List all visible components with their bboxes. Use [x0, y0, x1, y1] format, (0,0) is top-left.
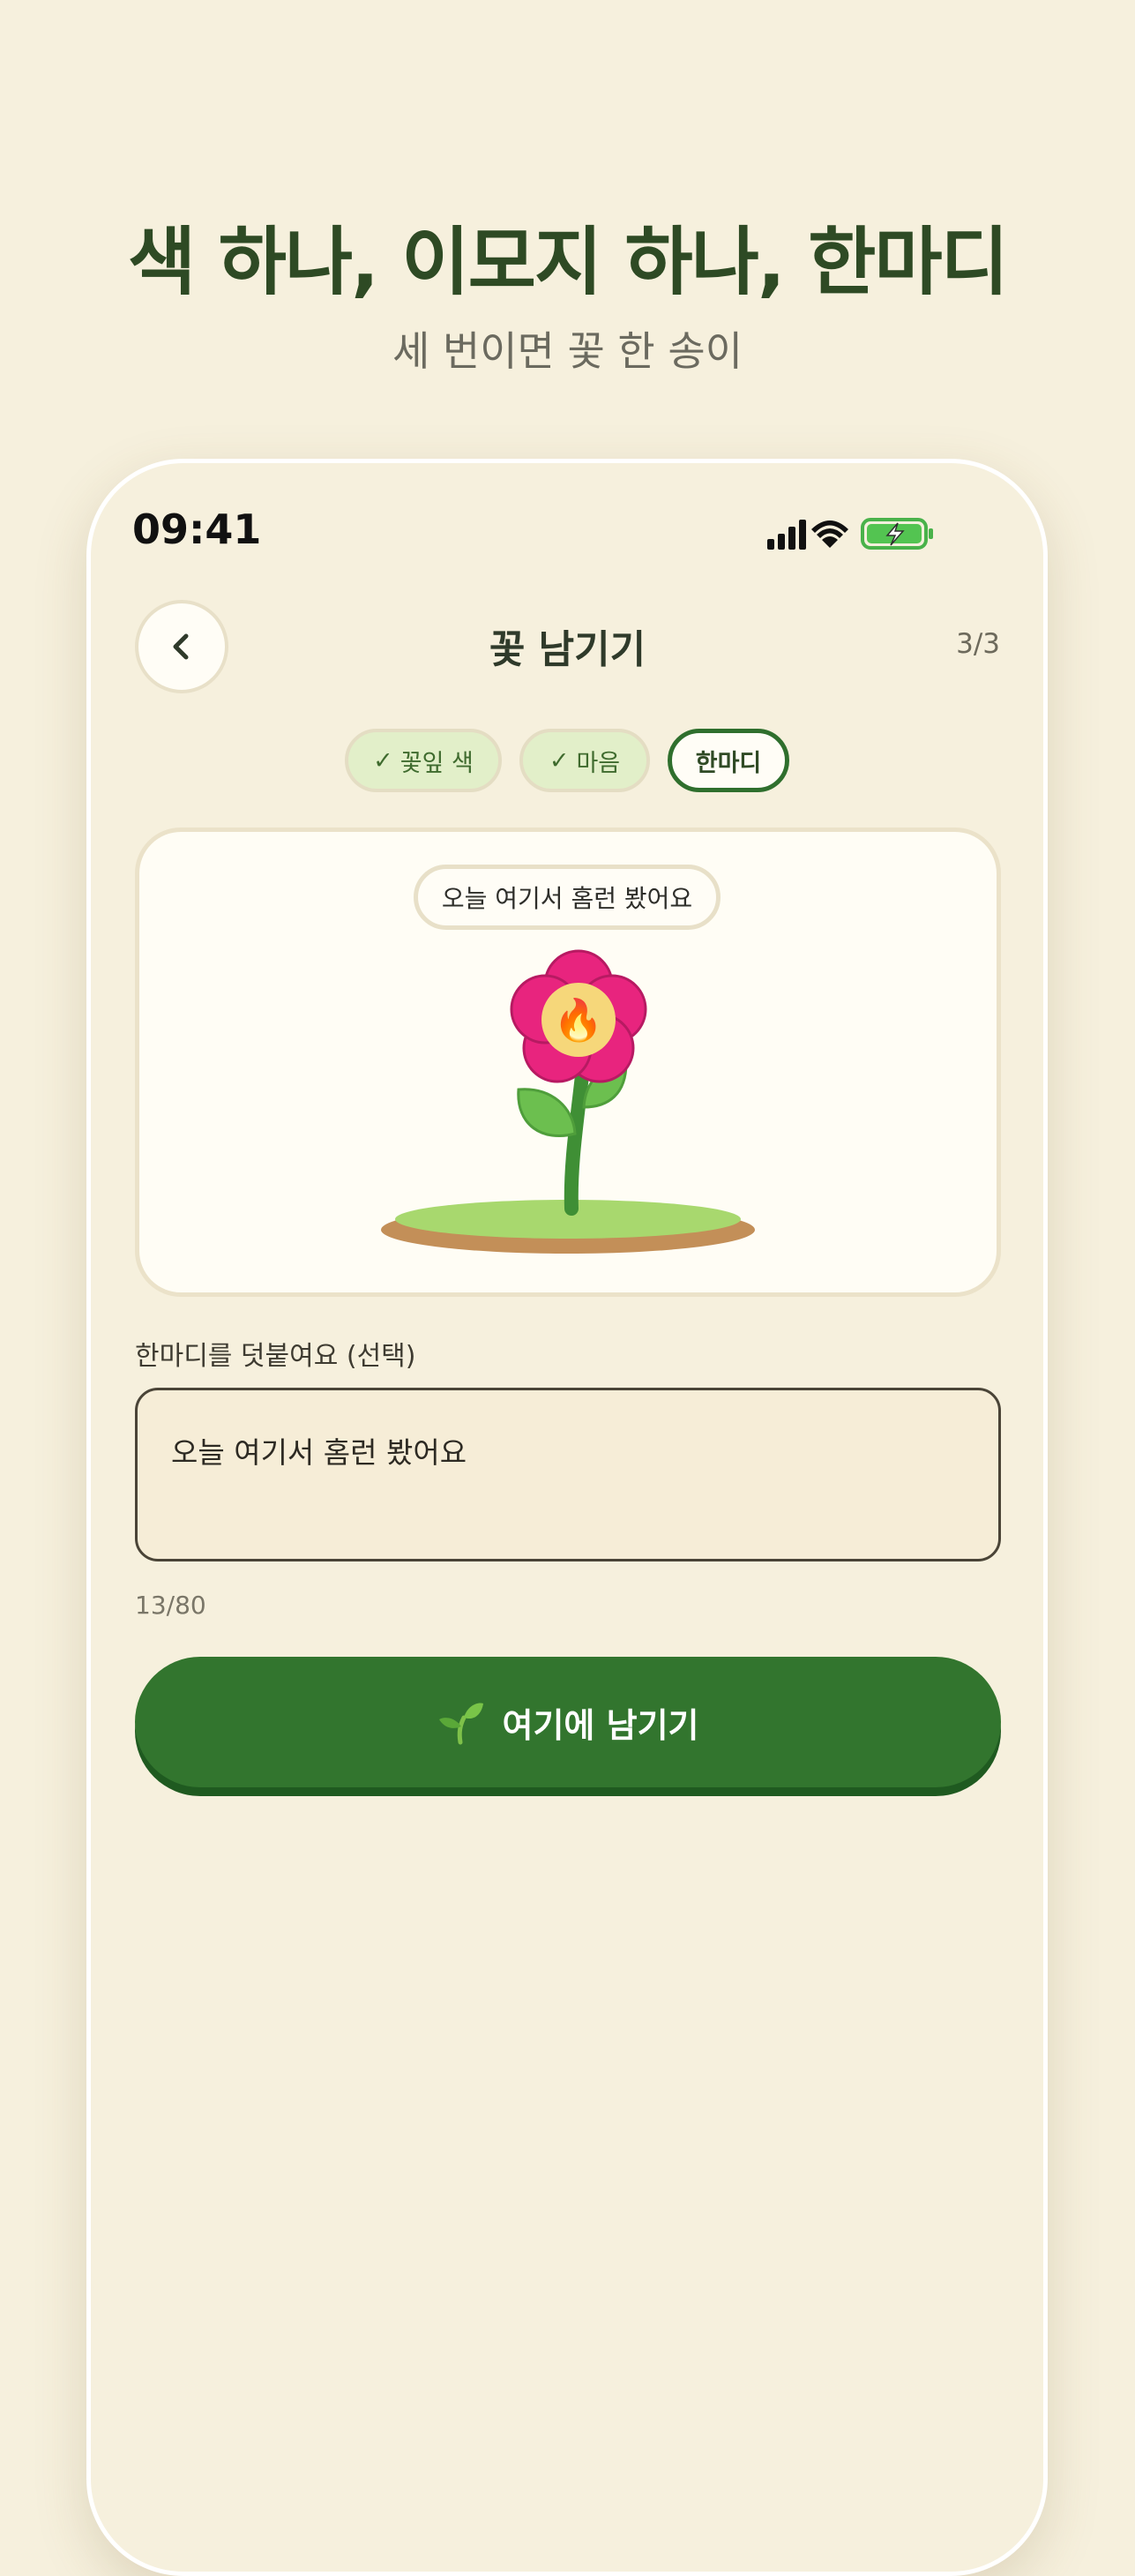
- battery-charging-icon: [861, 518, 933, 550]
- status-time: 09:41: [132, 505, 262, 553]
- page-subtitle: 세 번이면 꽃 한 송이: [392, 327, 743, 375]
- step-chip-feeling[interactable]: ✓ 마음: [519, 729, 650, 792]
- wifi-icon: [811, 520, 848, 548]
- character-counter: 13/80: [135, 1591, 206, 1620]
- leave-here-button-label: 여기에 남기기: [502, 1705, 699, 1745]
- step-chip-label: 꽃잎 색: [399, 749, 474, 777]
- message-field-label: 한마디를 덧붙여요 (선택): [135, 1341, 416, 1372]
- flower-emoji: 🔥: [553, 996, 603, 1044]
- check-icon: ✓: [373, 746, 393, 775]
- leaf-left: [517, 1088, 577, 1138]
- check-icon: ✓: [549, 746, 570, 775]
- step-chip-label: 마음: [576, 749, 621, 777]
- sprout-icon: [437, 1698, 485, 1746]
- status-icons: [767, 518, 933, 550]
- step-chip-petal-color[interactable]: ✓ 꽃잎 색: [345, 729, 502, 792]
- signal-icon: [767, 520, 806, 550]
- flower-illustration: 🔥: [381, 949, 755, 1254]
- message-input[interactable]: 오늘 여기서 홈런 봤어요: [135, 1388, 1001, 1561]
- message-bubble: 오늘 여기서 홈런 봤어요: [414, 865, 721, 930]
- page-headline: 색 하나, 이모지 하나, 한마디: [128, 219, 1009, 305]
- step-chip-message[interactable]: 한마디: [668, 729, 789, 792]
- step-chip-label: 한마디: [695, 749, 762, 777]
- step-counter: 3/3: [956, 628, 1000, 660]
- leave-here-button[interactable]: 여기에 남기기: [135, 1657, 1001, 1787]
